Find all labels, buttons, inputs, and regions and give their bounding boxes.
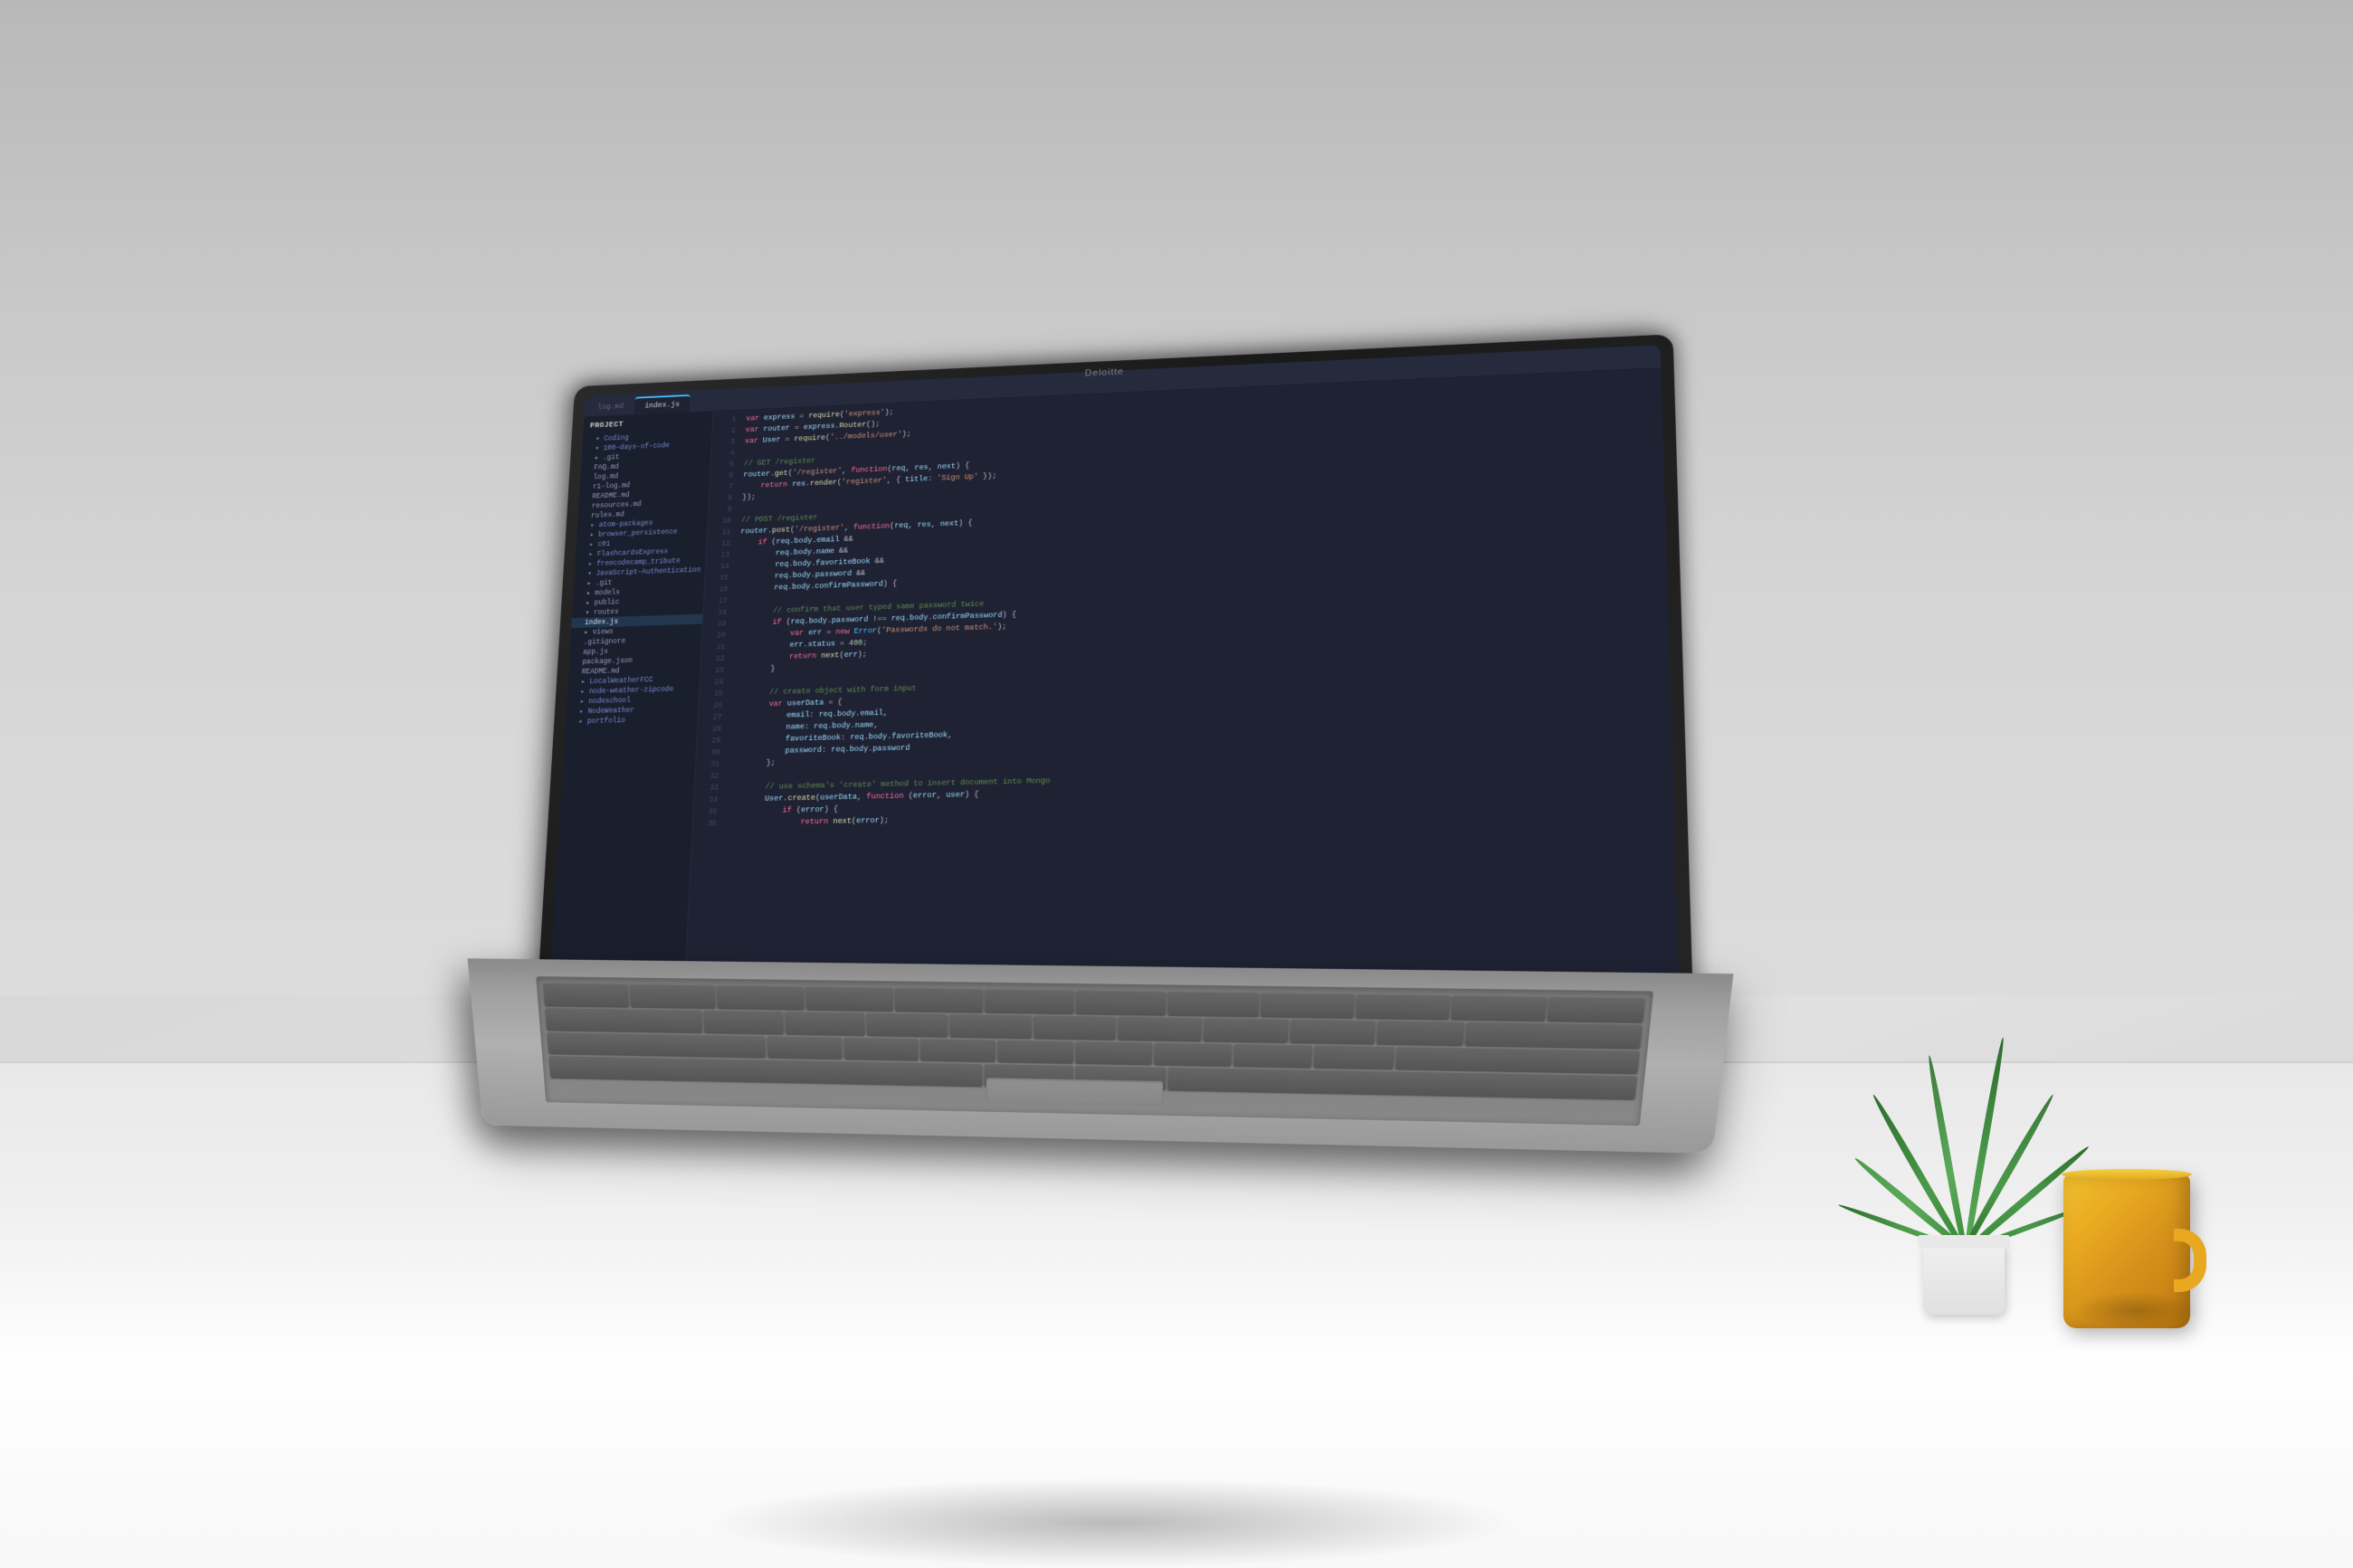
key[interactable] bbox=[1547, 997, 1644, 1022]
key[interactable] bbox=[805, 986, 892, 1010]
screen-bezel: log.md index.js Project ▾ Coding ▾ 100-d… bbox=[548, 345, 1680, 1005]
laptop-base bbox=[468, 958, 1734, 1154]
mug-rim bbox=[2062, 1169, 2192, 1180]
editor-screen[interactable]: log.md index.js Project ▾ Coding ▾ 100-d… bbox=[548, 345, 1680, 1005]
coffee-mug bbox=[2063, 1156, 2208, 1328]
plant-leaves bbox=[1873, 998, 2054, 1251]
key[interactable] bbox=[1464, 1022, 1642, 1048]
leaf-4 bbox=[1959, 1093, 2056, 1253]
key[interactable] bbox=[1118, 1016, 1202, 1040]
key[interactable] bbox=[949, 1013, 1032, 1037]
tab-log-md[interactable]: log.md bbox=[587, 396, 634, 416]
key-caps[interactable] bbox=[547, 1031, 766, 1057]
trackpad[interactable] bbox=[986, 1078, 1164, 1105]
key-enter[interactable] bbox=[1395, 1046, 1640, 1073]
key[interactable] bbox=[1076, 990, 1167, 1014]
key[interactable] bbox=[1234, 1043, 1313, 1067]
laptop-lid: Deloitte log.md index.js bbox=[536, 334, 1693, 1014]
key-tab[interactable] bbox=[545, 1007, 702, 1031]
code-content[interactable]: var express = require('express'); var ro… bbox=[712, 368, 1679, 993]
key[interactable] bbox=[843, 1037, 919, 1060]
scene: Deloitte log.md index.js bbox=[0, 0, 2353, 1568]
key[interactable] bbox=[1261, 993, 1354, 1017]
laptop-shadow bbox=[704, 1478, 1519, 1568]
key[interactable] bbox=[1154, 1042, 1233, 1066]
mug-reflection bbox=[2072, 1292, 2199, 1328]
key[interactable] bbox=[1451, 995, 1548, 1020]
key[interactable] bbox=[703, 1010, 784, 1033]
key[interactable] bbox=[630, 984, 717, 1008]
key[interactable] bbox=[1034, 1015, 1117, 1039]
key[interactable] bbox=[717, 985, 804, 1009]
key[interactable] bbox=[543, 983, 629, 1006]
keyboard-area bbox=[536, 976, 1653, 1126]
code-editor[interactable]: 12345 678910 1112131415 1617181920 21222… bbox=[685, 368, 1680, 993]
plant-pot bbox=[1923, 1242, 2005, 1315]
key[interactable] bbox=[1377, 1020, 1464, 1044]
key[interactable] bbox=[894, 988, 983, 1012]
tab-index-js[interactable]: index.js bbox=[634, 394, 690, 414]
plant bbox=[1864, 1007, 2063, 1315]
key[interactable] bbox=[1075, 1041, 1153, 1064]
key[interactable] bbox=[1290, 1019, 1377, 1043]
key[interactable] bbox=[785, 1011, 865, 1034]
key[interactable] bbox=[1314, 1045, 1395, 1069]
key[interactable] bbox=[985, 989, 1074, 1012]
key[interactable] bbox=[1355, 994, 1450, 1019]
key[interactable] bbox=[1203, 1018, 1288, 1042]
editor-main: Project ▾ Coding ▾ 100-days-of-code ▸ .g… bbox=[549, 368, 1679, 993]
key[interactable] bbox=[997, 1040, 1073, 1063]
key[interactable] bbox=[867, 1012, 948, 1036]
key[interactable] bbox=[1167, 992, 1260, 1016]
key[interactable] bbox=[767, 1035, 843, 1059]
key[interactable] bbox=[919, 1038, 996, 1061]
deloitte-logo: Deloitte bbox=[1085, 366, 1124, 378]
mug-handle bbox=[2174, 1229, 2206, 1292]
laptop: Deloitte log.md index.js bbox=[442, 323, 1709, 1210]
